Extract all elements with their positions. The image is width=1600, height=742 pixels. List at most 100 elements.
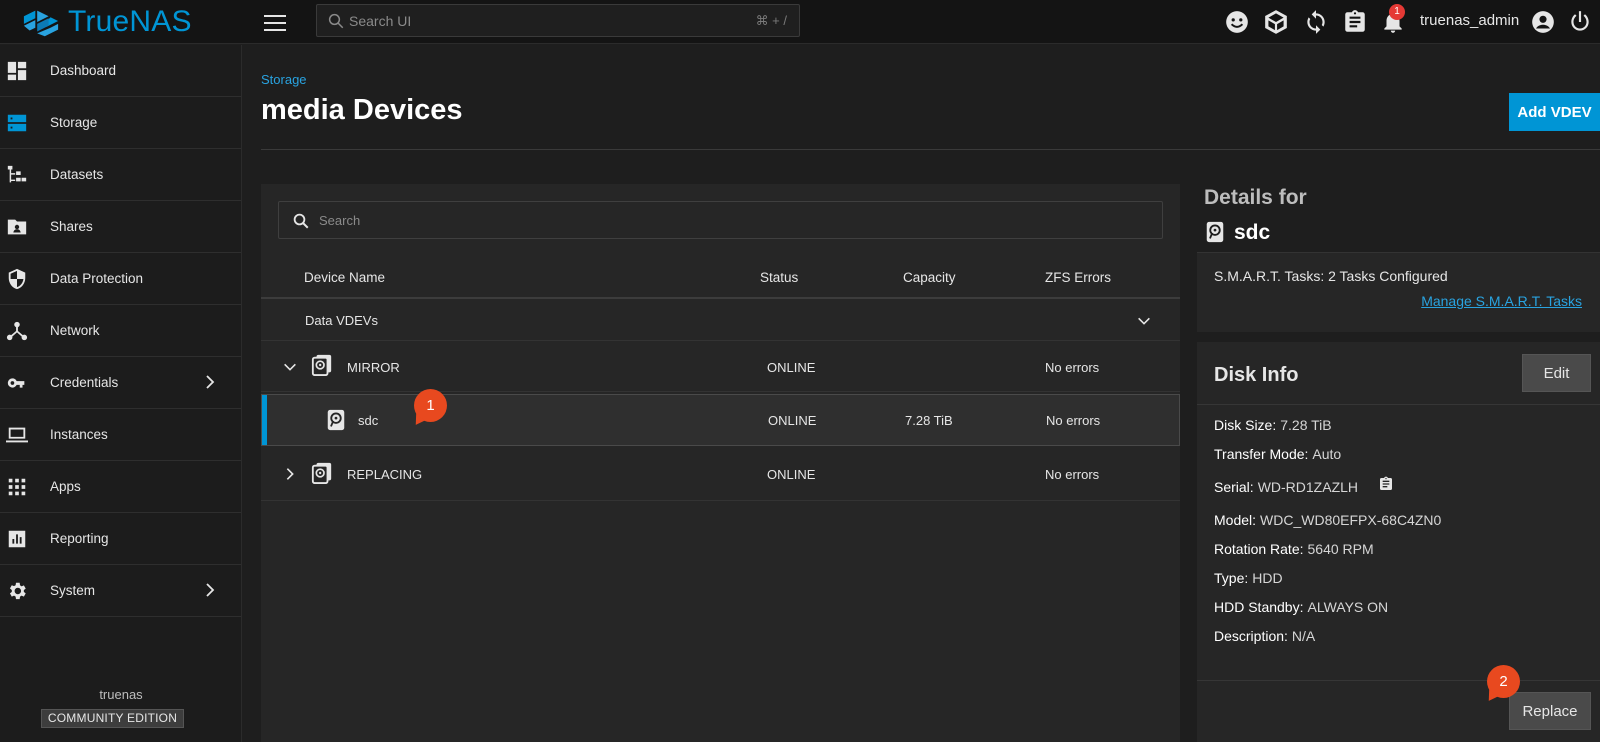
menu-toggle-icon[interactable] [262, 10, 288, 34]
hard-disk-icon [325, 409, 347, 431]
hard-disk-icon [1204, 221, 1226, 245]
sidebar-item-label: Network [50, 323, 100, 338]
smart-tasks-label: S.M.A.R.T. Tasks: [1214, 268, 1325, 284]
sidebar-item-label: Storage [50, 115, 98, 130]
chevron-right-icon [201, 373, 219, 391]
device-status: ONLINE [767, 360, 816, 375]
details-title: Details for [1204, 186, 1307, 209]
field-value: 7.28 TiB [1280, 417, 1332, 433]
devices-search-input[interactable] [319, 202, 1119, 238]
rotation-rate-field: Rotation Rate: 5640 RPM [1214, 541, 1374, 557]
serial-field: Serial: WD-RD1ZAZLH [1214, 479, 1358, 495]
dashboard-icon [6, 60, 28, 82]
feedback-icon[interactable] [1224, 9, 1250, 35]
disk-size-field: Disk Size: 7.28 TiB [1214, 417, 1332, 433]
chevron-down-icon[interactable] [1136, 313, 1152, 329]
search-shortcut-hint: ⌘ + / [755, 13, 787, 28]
divider [1197, 680, 1600, 681]
breadcrumb-storage-link[interactable]: Storage [261, 72, 307, 87]
power-icon[interactable] [1567, 9, 1593, 35]
device-capacity: 7.28 TiB [905, 413, 953, 428]
details-disk-heading: sdc [1204, 221, 1270, 245]
truenas-logo[interactable]: TrueNAS [22, 5, 192, 39]
shield-icon [6, 268, 28, 290]
datasets-icon [6, 164, 28, 186]
replace-button[interactable]: Replace [1509, 692, 1591, 730]
sidebar-item-storage[interactable]: Storage [0, 97, 241, 149]
account-icon[interactable] [1530, 9, 1556, 35]
table-row[interactable]: MIRROR ONLINE No errors [261, 342, 1180, 392]
network-icon [6, 320, 28, 342]
vdev-group-label: Data VDEVs [305, 313, 378, 328]
copy-clipboard-icon[interactable] [1378, 475, 1394, 493]
chevron-right-icon[interactable] [282, 466, 298, 482]
add-vdev-button[interactable]: Add VDEV [1509, 93, 1600, 131]
field-label: Type: [1214, 570, 1249, 586]
hdd-standby-field: HDD Standby: ALWAYS ON [1214, 599, 1388, 615]
tasks-icon[interactable] [1342, 9, 1368, 35]
column-header-device-name: Device Name [304, 270, 386, 285]
sidebar-item-dashboard[interactable]: Dashboard [0, 45, 241, 97]
sidebar-item-system[interactable]: System [0, 565, 241, 617]
sidebar-item-network[interactable]: Network [0, 305, 241, 357]
chevron-down-icon[interactable] [282, 359, 298, 375]
edition-badge: COMMUNITY EDITION [41, 709, 184, 728]
truecommand-icon[interactable] [1263, 9, 1289, 35]
sidebar-item-shares[interactable]: Shares [0, 201, 241, 253]
field-value: N/A [1291, 628, 1316, 644]
search-icon [328, 13, 344, 29]
username-label[interactable]: truenas_admin [1420, 12, 1519, 29]
field-label: HDD Standby: [1214, 599, 1304, 615]
search-ui-input[interactable] [349, 5, 709, 36]
laptop-icon [6, 424, 28, 446]
sidebar-item-apps[interactable]: Apps [0, 461, 241, 513]
sidebar-item-label: Shares [50, 219, 93, 234]
smart-tasks-value: 2 Tasks Configured [1328, 268, 1448, 284]
step-marker: 2 [1483, 665, 1520, 704]
truenas-logo-icon [23, 10, 59, 37]
vdev-group-row[interactable]: Data VDEVs [261, 301, 1180, 341]
step-marker-number: 2 [1499, 673, 1508, 690]
device-name: sdc [358, 413, 379, 428]
device-name: REPLACING [347, 467, 423, 482]
field-value: 5640 RPM [1307, 541, 1374, 557]
device-status: ONLINE [767, 467, 816, 482]
sidebar-item-label: Instances [50, 427, 108, 442]
edit-button[interactable]: Edit [1522, 354, 1591, 392]
table-row[interactable]: REPLACING ONLINE No errors [261, 447, 1180, 501]
sidebar-item-credentials[interactable]: Credentials [0, 357, 241, 409]
field-label: Description: [1214, 628, 1288, 644]
field-value: Auto [1312, 446, 1342, 462]
field-label: Serial: [1214, 479, 1254, 495]
sidebar-item-reporting[interactable]: Reporting [0, 513, 241, 565]
sidebar-item-label: Datasets [50, 167, 104, 182]
device-zfs-errors: No errors [1046, 413, 1101, 428]
devices-search-field[interactable] [278, 201, 1163, 239]
reporting-icon [6, 528, 28, 550]
search-ui-field[interactable]: ⌘ + / [316, 4, 800, 37]
column-header-status: Status [760, 270, 799, 285]
device-zfs-errors: No errors [1045, 467, 1100, 482]
mirror-disks-icon [311, 354, 333, 376]
hostname-label: truenas [99, 687, 143, 702]
disk-info-card: Disk Info Edit Disk Size: 7.28 TiB Transf… [1197, 342, 1600, 742]
column-header-zfs-errors: ZFS Errors [1045, 270, 1111, 285]
page-title: media Devices [261, 94, 463, 126]
chevron-right-icon [201, 581, 219, 599]
field-value: WDC_WD80EFPX-68C4ZN0 [1260, 512, 1442, 528]
jobs-icon[interactable] [1303, 9, 1329, 35]
manage-smart-tasks-link[interactable]: Manage S.M.A.R.T. Tasks [1421, 293, 1582, 309]
sidebar-item-instances[interactable]: Instances [0, 409, 241, 461]
table-row-selected[interactable]: sdc ONLINE 7.28 TiB No errors [261, 394, 1180, 446]
key-icon [6, 372, 28, 394]
details-disk-name: sdc [1234, 221, 1271, 244]
shares-icon [6, 216, 28, 238]
sidebar-item-label: System [50, 583, 96, 598]
gear-icon [6, 580, 28, 602]
field-label: Transfer Mode: [1214, 446, 1309, 462]
field-label: Model: [1214, 512, 1257, 528]
step-marker-number: 1 [426, 397, 435, 414]
sidebar-item-datasets[interactable]: Datasets [0, 149, 241, 201]
search-icon [293, 213, 309, 229]
sidebar-item-data-protection[interactable]: Data Protection [0, 253, 241, 305]
